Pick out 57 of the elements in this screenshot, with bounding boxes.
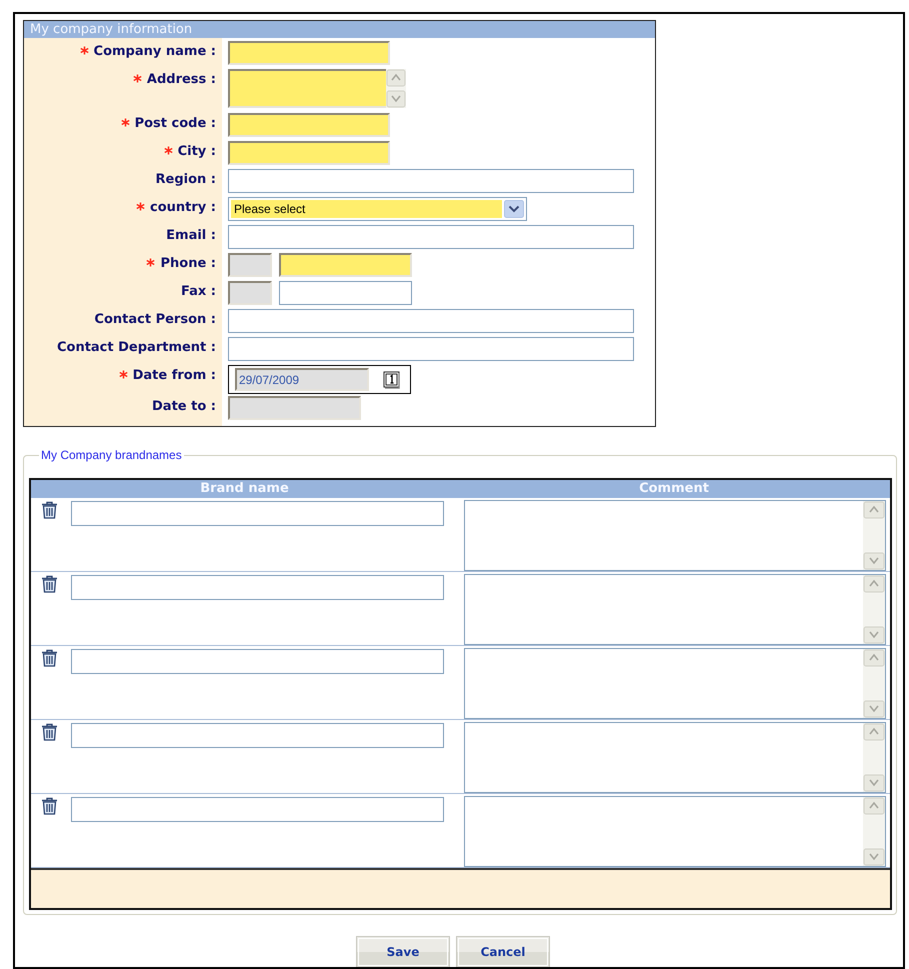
brand-name-field[interactable] xyxy=(71,797,444,822)
panel-title: My company information xyxy=(24,21,655,38)
field-label: Contact Person : xyxy=(94,312,216,327)
input-field[interactable] xyxy=(228,225,634,249)
scrollbar-drawing xyxy=(863,649,885,718)
comment-textarea[interactable] xyxy=(464,500,886,571)
form-button[interactable]: Save xyxy=(356,936,450,967)
column-header: Comment xyxy=(638,480,710,498)
calendar-icon[interactable] xyxy=(383,370,401,388)
input-field[interactable] xyxy=(228,396,361,420)
scrollbar-drawing xyxy=(863,797,885,866)
field-label: Post code : xyxy=(134,116,216,131)
field-label: Company name : xyxy=(94,44,216,59)
field-label: Fax : xyxy=(180,284,216,299)
scrollbar-drawing xyxy=(863,501,885,570)
section-legend: My Company brandnames xyxy=(39,448,184,462)
field-label: Contact Department : xyxy=(56,340,216,355)
field-label: Date to : xyxy=(152,399,216,414)
input-field[interactable] xyxy=(228,113,390,137)
input-field[interactable] xyxy=(228,141,390,165)
comment-textarea[interactable] xyxy=(464,796,886,867)
scrollbar-drawing xyxy=(863,723,885,792)
field-label: City : xyxy=(178,144,216,159)
input-field[interactable] xyxy=(228,169,634,193)
area-code-field[interactable] xyxy=(228,253,272,277)
dropdown-chevron-icon xyxy=(504,200,524,218)
scrollbar-drawing xyxy=(386,69,406,108)
input-field[interactable] xyxy=(228,41,390,65)
brand-name-field[interactable] xyxy=(71,575,444,600)
field-label: Region : xyxy=(156,172,216,187)
field-label: Address : xyxy=(146,72,216,87)
brand-name-field[interactable] xyxy=(71,501,444,526)
input-field[interactable] xyxy=(228,337,634,361)
input-field[interactable] xyxy=(279,281,412,305)
column-header: Brand name xyxy=(199,480,290,498)
trash-icon[interactable] xyxy=(41,797,58,815)
input-field[interactable] xyxy=(279,253,412,277)
comment-textarea[interactable] xyxy=(464,722,886,793)
country-dropdown[interactable]: Please select xyxy=(228,197,527,221)
field-label: country : xyxy=(150,200,216,215)
scrollbar-drawing xyxy=(863,575,885,644)
date-field[interactable]: 29/07/2009 xyxy=(235,368,369,391)
field-label: Date from : xyxy=(132,368,216,383)
field-label: Phone : xyxy=(160,256,216,271)
trash-icon[interactable] xyxy=(41,723,58,741)
brand-name-field[interactable] xyxy=(71,723,444,748)
input-field[interactable] xyxy=(228,309,634,333)
comment-textarea[interactable] xyxy=(464,648,886,719)
brand-name-field[interactable] xyxy=(71,649,444,674)
trash-icon[interactable] xyxy=(41,575,58,593)
field-label: Email : xyxy=(166,228,216,243)
trash-icon[interactable] xyxy=(41,501,58,519)
trash-icon[interactable] xyxy=(41,649,58,667)
address-textarea[interactable] xyxy=(228,69,406,108)
comment-textarea[interactable] xyxy=(464,574,886,645)
form-button[interactable]: Cancel xyxy=(456,936,550,967)
area-code-field[interactable] xyxy=(228,281,272,305)
